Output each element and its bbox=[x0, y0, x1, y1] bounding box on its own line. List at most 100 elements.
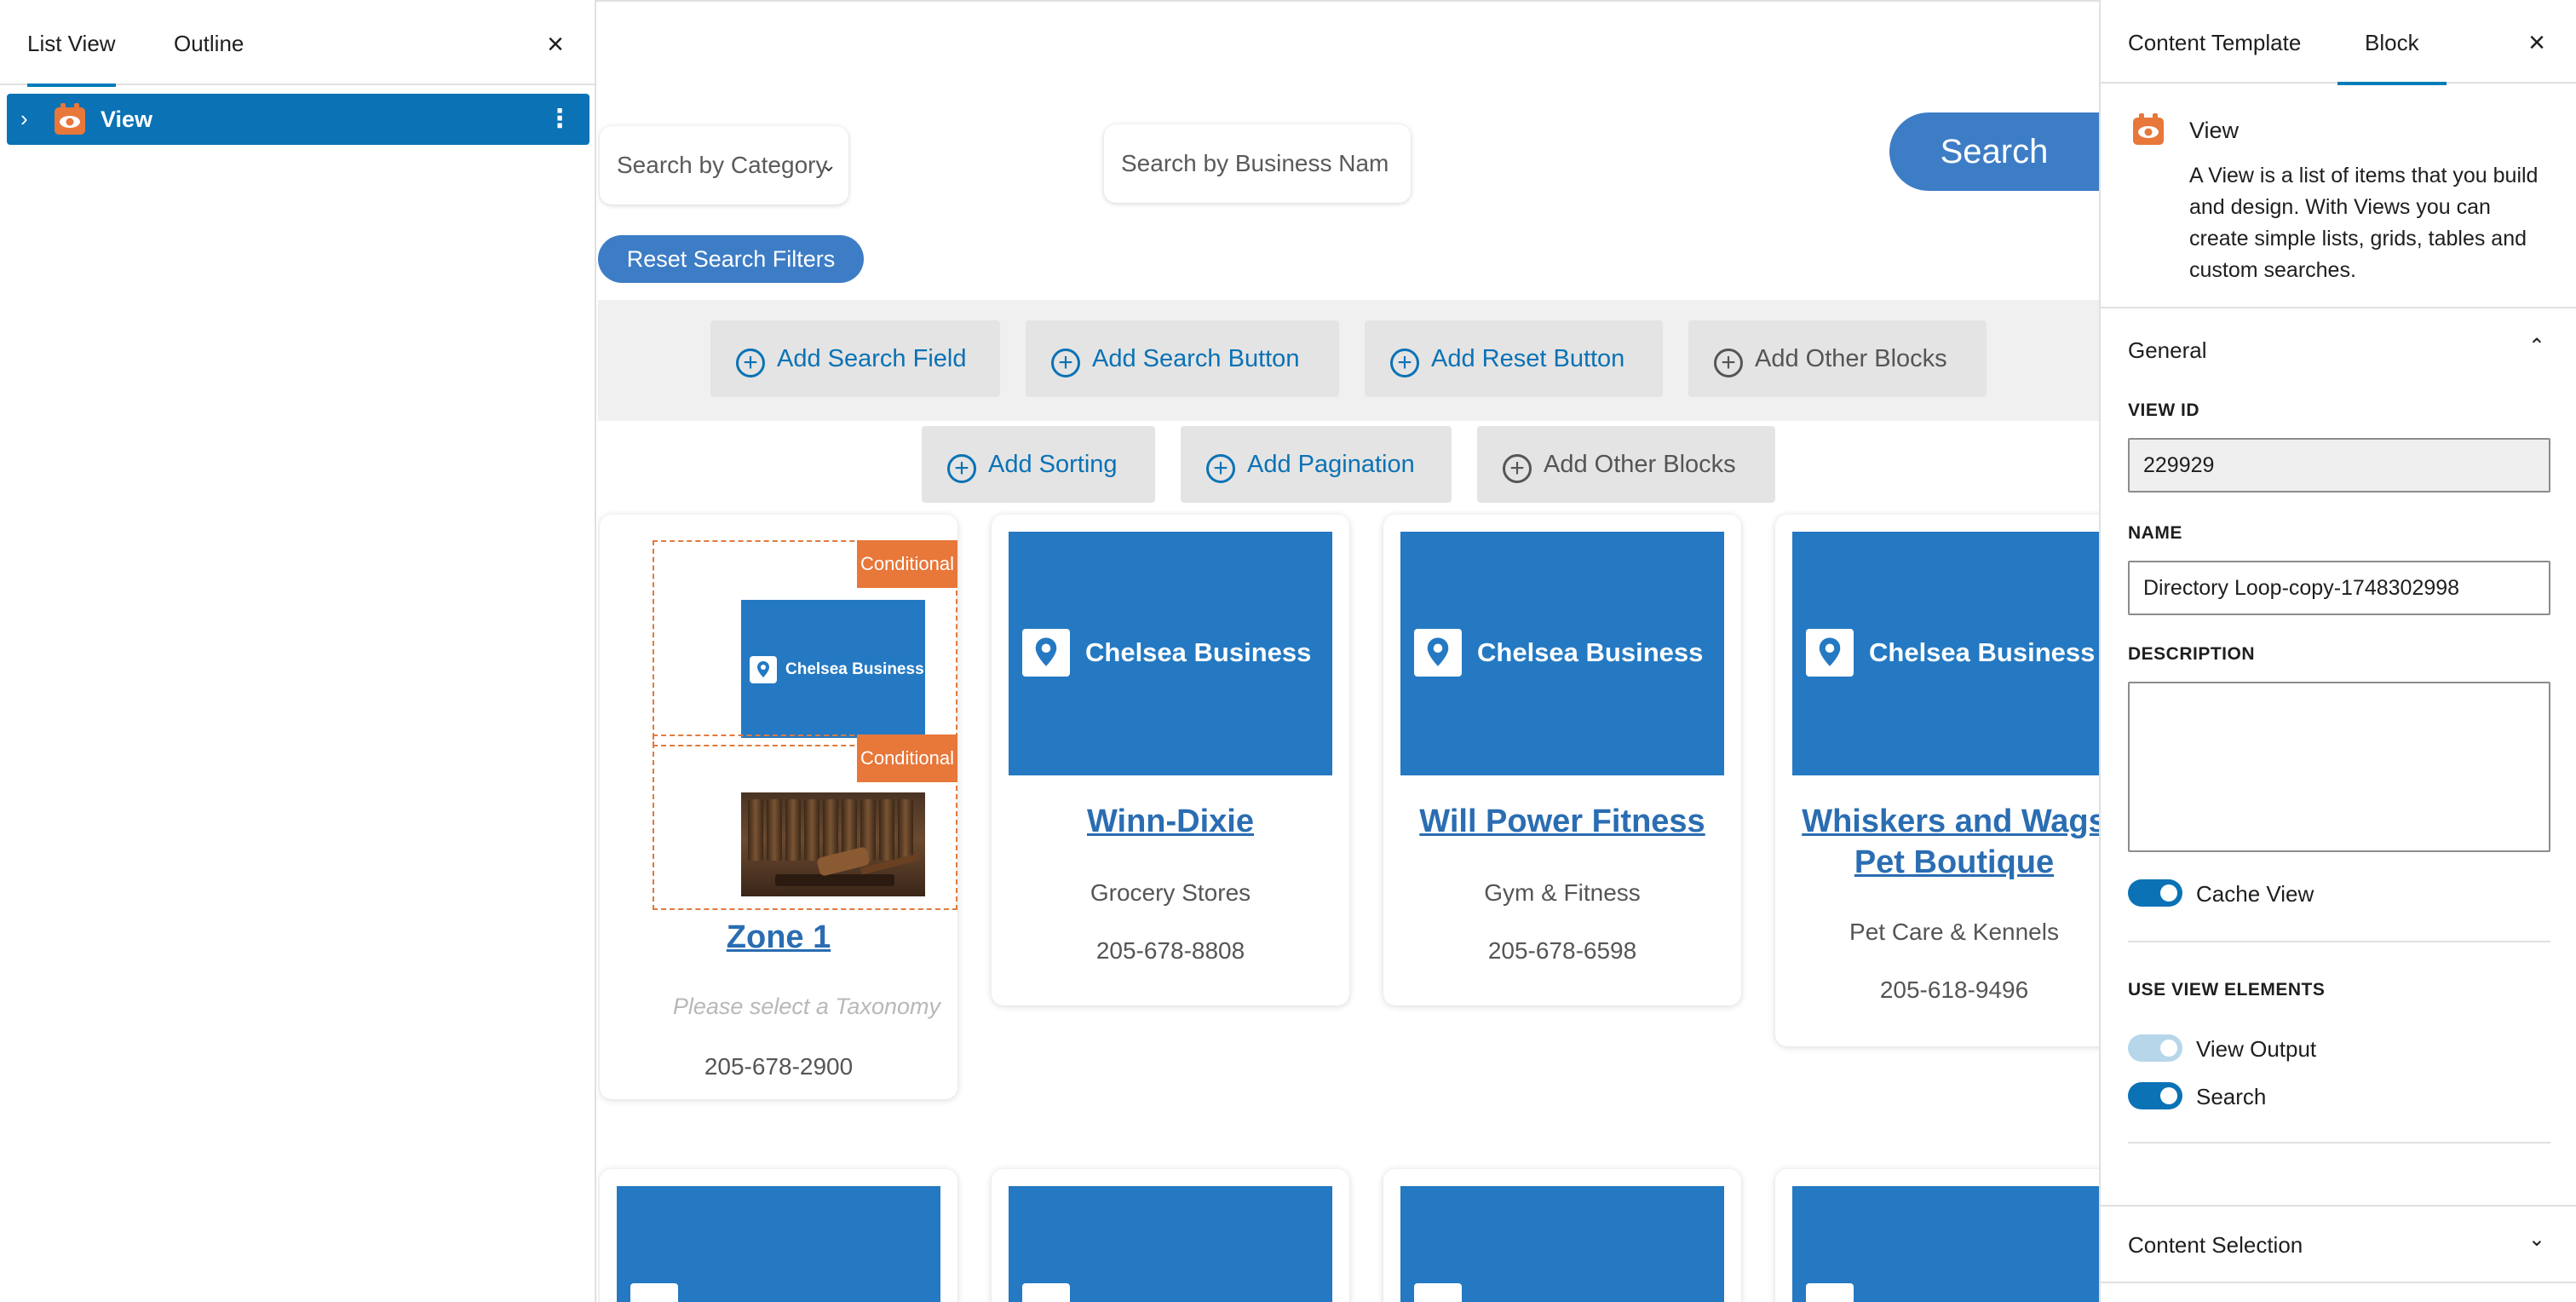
left-tabs: List View Outline × bbox=[0, 2, 596, 87]
business-logo-image: Chelsea Business bbox=[1792, 532, 2099, 775]
list-view-panel: List View Outline × › View ⋮ bbox=[0, 0, 596, 1302]
tab-list-view[interactable]: List View bbox=[27, 2, 116, 87]
listing-phone: 205-678-8808 bbox=[1095, 937, 1245, 964]
add-other-blocks-button[interactable]: + Add Other Blocks bbox=[1477, 426, 1775, 503]
close-icon[interactable]: × bbox=[537, 26, 574, 63]
view-block-icon bbox=[55, 103, 85, 135]
divider bbox=[2101, 307, 2576, 308]
settings-sidebar: Content Template Block × View A View is … bbox=[2099, 0, 2576, 1302]
button-label: Add Pagination bbox=[1247, 451, 1415, 478]
tab-block[interactable]: Block bbox=[2337, 2, 2446, 85]
content-selection-section-toggle[interactable]: Content Selection bbox=[2128, 1232, 2303, 1259]
location-pin-icon bbox=[1022, 1283, 1070, 1302]
listing-card[interactable]: Chelsea Business Whiskers and Wags Pet B… bbox=[1775, 515, 2099, 1046]
name-label: NAME bbox=[2128, 523, 2182, 543]
chevron-down-icon[interactable]: ⌄ bbox=[2528, 1227, 2545, 1252]
reset-search-filters-button[interactable]: Reset Search Filters bbox=[598, 235, 864, 283]
divider bbox=[2101, 1205, 2576, 1207]
brand-label: Chelsea Business bbox=[1085, 637, 1312, 667]
business-logo-image: Chelsea Business bbox=[1009, 532, 1332, 775]
add-sorting-button[interactable]: + Add Sorting bbox=[922, 426, 1155, 503]
business-logo-image: Chelsea Business bbox=[741, 600, 925, 738]
location-pin-icon bbox=[1022, 629, 1070, 677]
view-id-field: 229929 bbox=[2128, 438, 2550, 493]
listing-card[interactable] bbox=[992, 1169, 1349, 1302]
listing-title-link[interactable]: Winn-Dixie bbox=[992, 801, 1349, 842]
editor-root: List View Outline × › View ⋮ Search by C… bbox=[0, 0, 2576, 1302]
name-field[interactable]: Directory Loop-copy-1748302998 bbox=[2128, 561, 2550, 615]
plus-circle-icon: + bbox=[1390, 349, 1419, 377]
business-logo-image bbox=[617, 1186, 940, 1302]
cache-view-toggle[interactable] bbox=[2128, 879, 2182, 907]
listing-phone: 205-618-9496 bbox=[1879, 976, 2029, 1003]
listing-title-link[interactable]: Zone 1 bbox=[600, 917, 957, 958]
location-pin-icon bbox=[1414, 1283, 1462, 1302]
business-logo-image bbox=[1400, 1186, 1724, 1302]
listing-card[interactable]: Conditional Chelsea Business Conditional… bbox=[600, 515, 957, 1099]
gavel-image bbox=[741, 792, 925, 896]
add-other-blocks-button[interactable]: + Add Other Blocks bbox=[1688, 320, 1987, 397]
listing-phone: 205-678-2900 bbox=[704, 1053, 854, 1080]
plus-circle-icon: + bbox=[1714, 349, 1743, 377]
block-description: A View is a list of items that you build… bbox=[2189, 164, 2539, 282]
settings-tabs: Content Template Block × bbox=[2101, 2, 2576, 85]
business-logo-image: Chelsea Business bbox=[1400, 532, 1724, 775]
list-view-item-label: View bbox=[101, 107, 153, 132]
button-label: Add Search Field bbox=[777, 345, 967, 372]
divider bbox=[2128, 941, 2550, 942]
plus-circle-icon: + bbox=[736, 349, 765, 377]
business-search-input[interactable]: Search by Business Nam bbox=[1104, 124, 1411, 203]
list-view-item-view[interactable]: › View ⋮ bbox=[7, 94, 589, 145]
conditional-badge: Conditional bbox=[857, 540, 957, 588]
location-pin-icon bbox=[750, 656, 777, 683]
tab-outline[interactable]: Outline bbox=[174, 2, 244, 85]
close-icon[interactable]: × bbox=[2518, 24, 2556, 61]
brand-label: Chelsea Business bbox=[1869, 637, 2096, 667]
description-textarea[interactable] bbox=[2128, 682, 2550, 852]
location-pin-icon bbox=[1806, 629, 1854, 677]
location-pin-icon bbox=[630, 1283, 678, 1302]
business-logo-image bbox=[1792, 1186, 2099, 1302]
search-label: Search bbox=[2196, 1084, 2267, 1109]
listing-category: Grocery Stores bbox=[1090, 879, 1251, 906]
add-reset-button-button[interactable]: + Add Reset Button bbox=[1365, 320, 1663, 397]
listing-category: Pet Care & Kennels bbox=[1849, 919, 2059, 945]
listing-title-link[interactable]: Will Power Fitness bbox=[1383, 801, 1741, 842]
description-label: DESCRIPTION bbox=[2128, 644, 2256, 664]
use-view-elements-label: USE VIEW ELEMENTS bbox=[2128, 980, 2326, 1000]
view-id-label: VIEW ID bbox=[2128, 400, 2200, 420]
category-select[interactable]: Search by Category ⌄ bbox=[600, 126, 848, 205]
button-label: Add Sorting bbox=[988, 451, 1118, 478]
general-section-toggle[interactable]: General bbox=[2128, 337, 2207, 364]
chevron-right-icon[interactable]: › bbox=[20, 106, 28, 131]
add-search-button-button[interactable]: + Add Search Button bbox=[1026, 320, 1339, 397]
brand-label: Chelsea Business bbox=[1477, 637, 1704, 667]
plus-circle-icon: + bbox=[947, 454, 976, 483]
listing-card[interactable] bbox=[1775, 1169, 2099, 1302]
search-button[interactable]: Search bbox=[1889, 112, 2099, 191]
listing-card[interactable] bbox=[1383, 1169, 1741, 1302]
button-label: Add Search Button bbox=[1092, 345, 1300, 372]
add-pagination-button[interactable]: + Add Pagination bbox=[1181, 426, 1452, 503]
add-search-field-button[interactable]: + Add Search Field bbox=[710, 320, 1000, 397]
listing-card[interactable]: Chelsea Business Will Power Fitness Gym … bbox=[1383, 515, 1741, 1005]
plus-circle-icon: + bbox=[1051, 349, 1080, 377]
chevron-down-icon: ⌄ bbox=[820, 154, 837, 176]
business-logo-image bbox=[1009, 1186, 1332, 1302]
button-label: Add Other Blocks bbox=[1544, 451, 1736, 478]
view-output-toggle[interactable] bbox=[2128, 1034, 2182, 1062]
listing-card[interactable] bbox=[600, 1169, 957, 1302]
listing-title-link[interactable]: Whiskers and Wags Pet Boutique bbox=[1775, 801, 2099, 883]
location-pin-icon bbox=[1414, 629, 1462, 677]
tab-content-template[interactable]: Content Template bbox=[2128, 2, 2301, 84]
button-label: Add Reset Button bbox=[1431, 345, 1625, 372]
listing-card[interactable]: Chelsea Business Winn-Dixie Grocery Stor… bbox=[992, 515, 1349, 1005]
chevron-up-icon[interactable]: ⌃ bbox=[2528, 334, 2545, 359]
cache-view-label: Cache View bbox=[2196, 881, 2314, 907]
plus-circle-icon: + bbox=[1503, 454, 1532, 483]
listing-phone: 205-678-6598 bbox=[1487, 937, 1637, 964]
view-output-label: View Output bbox=[2196, 1036, 2317, 1062]
listing-category: Gym & Fitness bbox=[1484, 879, 1641, 906]
more-options-icon[interactable]: ⋮ bbox=[547, 94, 572, 145]
search-toggle[interactable] bbox=[2128, 1082, 2182, 1109]
